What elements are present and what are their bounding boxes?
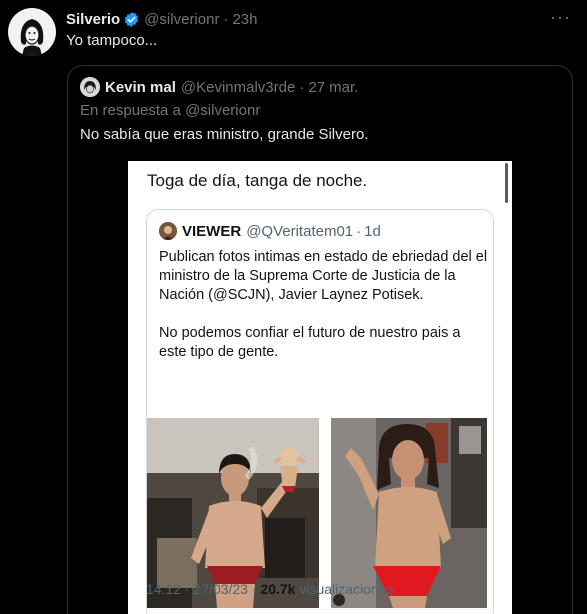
quoted-handle[interactable]: @Kevinmalv3rde bbox=[181, 79, 295, 96]
separator-dot: · bbox=[356, 222, 362, 240]
quoted-date: 27 mar. bbox=[308, 78, 359, 96]
photo-left-drawing bbox=[147, 418, 319, 608]
avatar-drawing bbox=[20, 19, 44, 56]
tweet-time[interactable]: 23h bbox=[232, 11, 257, 28]
image-caption: Toga de día, tanga de noche. bbox=[147, 171, 368, 190]
quoted-header: Kevin mal @Kevinmalv3rde · 27 mar. bbox=[80, 77, 358, 97]
embedded-photo-left bbox=[147, 418, 319, 608]
embedded-footer: 14:12 · 27/03/23 · 20.7k visualizaciones bbox=[146, 581, 394, 597]
embedded-handle: @QVeritatem01 bbox=[246, 222, 354, 240]
quoted-avatar-drawing bbox=[80, 77, 100, 97]
tweet-text: Yo tampoco... bbox=[66, 32, 158, 49]
embedded-author-name: VIEWER bbox=[182, 222, 242, 240]
author-name[interactable]: Silverio bbox=[66, 11, 120, 28]
embedded-views-count: 20.7k bbox=[260, 581, 296, 597]
separator-dot: · bbox=[299, 78, 305, 96]
embedded-avatar bbox=[159, 222, 177, 240]
quoted-tweet[interactable]: Kevin mal @Kevinmalv3rde · 27 mar. En re… bbox=[67, 65, 573, 614]
embedded-header: VIEWER @QVeritatem01 · 1d bbox=[159, 222, 381, 240]
embedded-age: 1d bbox=[364, 222, 381, 240]
embedded-divider bbox=[146, 609, 494, 610]
author-handle[interactable]: @silverionr bbox=[144, 11, 219, 28]
avatar[interactable] bbox=[8, 8, 56, 56]
tweet-header: Silverio @silverionr · 23h bbox=[66, 9, 567, 29]
embedded-avatar-drawing bbox=[159, 222, 177, 240]
photo-right-drawing bbox=[331, 418, 487, 608]
embedded-photo-right bbox=[331, 418, 487, 608]
separator-dot: · bbox=[223, 10, 229, 28]
more-horizontal-icon[interactable]: ··· bbox=[550, 8, 571, 26]
reply-to-label[interactable]: En respuesta a @silverionr bbox=[80, 102, 260, 119]
embedded-tweet-card: VIEWER @QVeritatem01 · 1d Publican fotos… bbox=[146, 209, 494, 614]
attached-image[interactable]: Toga de día, tanga de noche. VIEWER @QVe… bbox=[128, 161, 512, 614]
embedded-body: Publican fotos intimas en estado de ebri… bbox=[159, 248, 489, 381]
image-scrollbar bbox=[505, 163, 508, 203]
verified-badge-icon bbox=[124, 11, 139, 27]
quoted-author-name[interactable]: Kevin mal bbox=[105, 79, 176, 96]
quoted-text: No sabía que eras ministro, grande Silve… bbox=[80, 126, 369, 143]
embedded-views-label: visualizaciones bbox=[299, 581, 394, 597]
embedded-paragraph-1: Publican fotos intimas en estado de ebri… bbox=[159, 249, 488, 303]
quoted-avatar bbox=[80, 77, 100, 97]
embedded-timestamp: 14:12 · 27/03/23 · bbox=[146, 581, 257, 597]
embedded-paragraph-2: No podemos confiar el futuro de nuestro … bbox=[159, 325, 461, 360]
